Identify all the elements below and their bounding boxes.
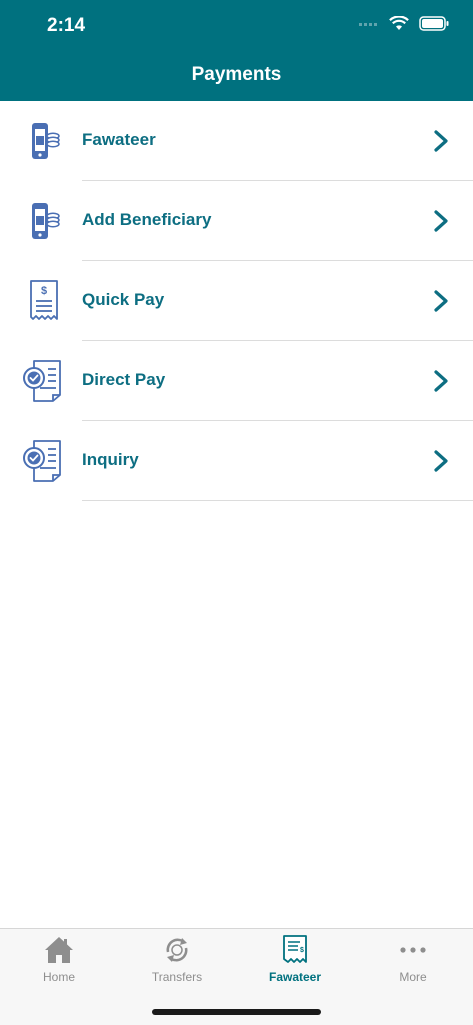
list-item-label: Add Beneficiary (82, 210, 212, 229)
list-item-add-beneficiary[interactable]: Add Beneficiary (0, 181, 473, 261)
home-icon (45, 937, 73, 963)
divider (82, 500, 473, 501)
phone-coins-icon (32, 203, 60, 239)
payments-list: Fawateer Add Beneficiary $ Quick Pay Dir… (0, 101, 473, 501)
status-time: 2:14 (47, 15, 86, 36)
list-item-label: Quick Pay (82, 290, 165, 309)
home-indicator[interactable] (152, 1009, 321, 1015)
tab-label: Fawateer (268, 970, 322, 984)
list-item-inquiry[interactable]: Inquiry (0, 421, 473, 501)
bill-icon: $ (283, 935, 307, 963)
tab-label: Transfers (151, 970, 203, 984)
chevron-right-icon (434, 450, 448, 472)
chevron-right-icon (434, 290, 448, 312)
receipt-dollar-icon: $ (30, 280, 58, 320)
list-item-label: Inquiry (82, 450, 139, 469)
more-dots-icon (400, 947, 426, 953)
list-item-quick-pay[interactable]: $ Quick Pay (0, 261, 473, 341)
tab-fawateer[interactable]: $ Fawateer (236, 929, 354, 999)
chevron-right-icon (434, 210, 448, 232)
status-icons (359, 16, 449, 31)
tab-label: Home (42, 970, 75, 984)
tab-transfers[interactable]: Transfers (118, 929, 236, 999)
document-check-icon (23, 440, 61, 482)
list-item-label: Direct Pay (82, 370, 166, 389)
chevron-right-icon (434, 130, 448, 152)
wifi-icon (389, 16, 409, 30)
signal-icon (359, 22, 377, 26)
svg-text:$: $ (300, 947, 304, 954)
svg-text:$: $ (41, 285, 47, 297)
battery-icon (419, 16, 449, 31)
list-item-label: Fawateer (82, 130, 156, 149)
page-title: Payments (191, 64, 282, 85)
tab-label: More (399, 970, 427, 984)
phone-coins-icon (32, 123, 60, 159)
transfer-icon (166, 938, 188, 962)
list-item-fawateer[interactable]: Fawateer (0, 101, 473, 181)
document-check-icon (23, 360, 61, 402)
app-header: 2:14 Payments (0, 0, 473, 101)
chevron-right-icon (434, 370, 448, 392)
list-item-direct-pay[interactable]: Direct Pay (0, 341, 473, 421)
tab-home[interactable]: Home (0, 929, 118, 999)
tab-more[interactable]: More (354, 929, 472, 999)
